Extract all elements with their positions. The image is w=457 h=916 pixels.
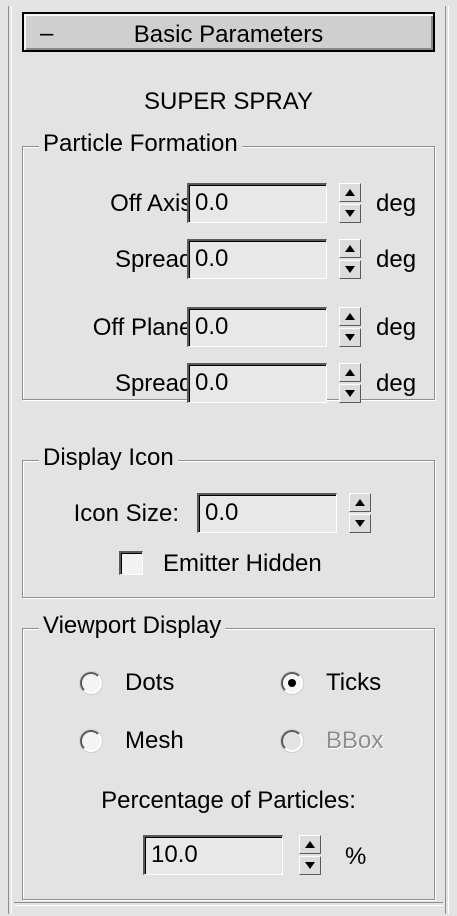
percentage-spinner[interactable] [299, 835, 321, 875]
off-axis-spinner[interactable] [339, 183, 361, 223]
rollout-title: Basic Parameters [133, 21, 324, 48]
off-axis-spinner-up[interactable] [339, 183, 361, 202]
off-plane-spread-spinner-down[interactable] [339, 384, 361, 403]
off-plane-unit: deg [376, 314, 417, 341]
off-axis-spread-input[interactable]: 0.0 [187, 239, 327, 279]
off-axis-unit: deg [376, 190, 417, 217]
arrow-down-icon [345, 390, 355, 397]
dots-radio[interactable] [80, 672, 102, 694]
emitter-hidden-checkbox[interactable] [119, 551, 143, 575]
icon-size-spinner[interactable] [349, 493, 371, 533]
off-plane-spread-unit: deg [376, 370, 417, 397]
percentage-unit: % [345, 843, 367, 870]
off-axis-row: Off Axis: 0.0 deg [23, 183, 434, 223]
ticks-radio[interactable] [281, 672, 303, 694]
viewport-display-group: Viewport Display Dots Ticks Mesh BBox Pe… [22, 612, 435, 900]
icon-size-spinner-down[interactable] [349, 514, 371, 533]
arrow-up-icon [345, 369, 355, 376]
basic-parameters-rollout-header[interactable]: – Basic Parameters [22, 12, 435, 52]
off-plane-spinner-up[interactable] [339, 307, 361, 326]
off-axis-spread-row: Spread: 0.0 deg [23, 239, 434, 279]
icon-size-label: Icon Size: [73, 500, 179, 527]
object-type-name: SUPER SPRAY [144, 88, 313, 115]
emitter-hidden-label[interactable]: Emitter Hidden [163, 550, 322, 578]
arrow-up-icon [345, 189, 355, 196]
off-plane-spinner-down[interactable] [339, 328, 361, 347]
panel-right-edge [445, 6, 449, 914]
arrow-down-icon [355, 520, 365, 527]
percentage-spinner-down[interactable] [299, 856, 321, 875]
arrow-up-icon [345, 313, 355, 320]
viewport-display-title: Viewport Display [39, 612, 226, 640]
off-axis-spread-unit: deg [376, 246, 417, 273]
off-plane-spread-row: Spread: 0.0 deg [23, 363, 434, 403]
off-plane-input[interactable]: 0.0 [187, 307, 327, 347]
arrow-down-icon [305, 862, 315, 869]
bbox-label[interactable]: BBox [326, 727, 383, 755]
off-plane-row: Off Plane: 0.0 deg [23, 307, 434, 347]
arrow-up-icon [305, 841, 315, 848]
arrow-down-icon [345, 334, 355, 341]
arrow-up-icon [355, 499, 365, 506]
off-axis-spinner-down[interactable] [339, 204, 361, 223]
ticks-label[interactable]: Ticks [326, 669, 381, 697]
arrow-down-icon [345, 210, 355, 217]
percentage-input[interactable]: 10.0 [143, 835, 283, 875]
percentage-of-particles-label: Percentage of Particles: [101, 787, 356, 814]
off-axis-spread-spinner[interactable] [339, 239, 361, 279]
dots-label[interactable]: Dots [125, 669, 174, 697]
off-plane-spinner[interactable] [339, 307, 361, 347]
particle-formation-group: Particle Formation Off Axis: 0.0 deg Spr… [22, 130, 435, 403]
percentage-spinner-up[interactable] [299, 835, 321, 854]
mesh-label[interactable]: Mesh [125, 727, 184, 755]
off-plane-spread-spinner[interactable] [339, 363, 361, 403]
display-icon-group: Display Icon Icon Size: 0.0 Emitter Hidd… [22, 444, 435, 598]
display-icon-title: Display Icon [39, 444, 178, 472]
icon-size-input[interactable]: 0.0 [197, 493, 337, 533]
arrow-up-icon [345, 245, 355, 252]
off-axis-input[interactable]: 0.0 [187, 183, 327, 223]
off-plane-spread-input[interactable]: 0.0 [187, 363, 327, 403]
panel-left-edge [8, 6, 12, 914]
icon-size-spinner-up[interactable] [349, 493, 371, 512]
off-axis-spread-spinner-up[interactable] [339, 239, 361, 258]
bbox-radio[interactable] [281, 730, 303, 752]
panel-bottom-edge [14, 902, 443, 906]
off-axis-label: Off Axis: [110, 190, 199, 217]
icon-size-row: Icon Size: 0.0 [23, 493, 434, 533]
off-plane-label: Off Plane: [92, 314, 199, 341]
arrow-down-icon [345, 266, 355, 273]
mesh-radio[interactable] [80, 730, 102, 752]
off-plane-spread-spinner-up[interactable] [339, 363, 361, 382]
particle-formation-title: Particle Formation [39, 130, 242, 158]
off-axis-spread-spinner-down[interactable] [339, 260, 361, 279]
